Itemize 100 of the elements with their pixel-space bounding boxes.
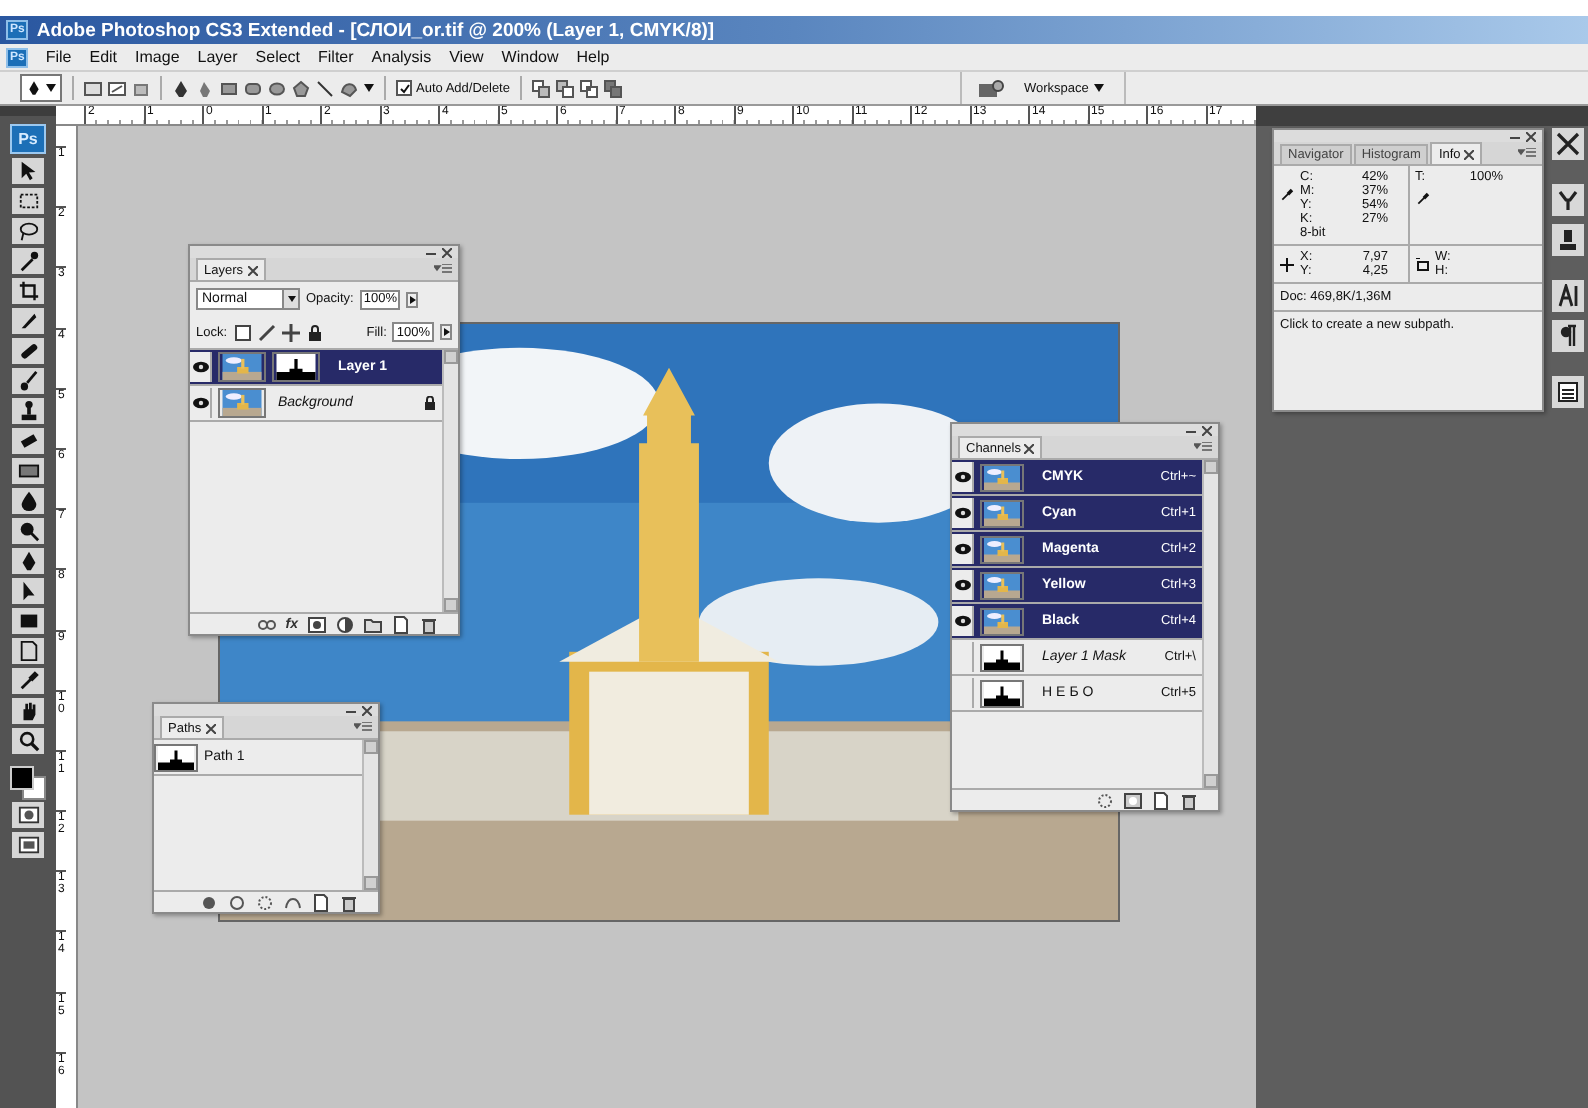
caret-icon[interactable] (364, 84, 374, 92)
visibility-toggle[interactable] (190, 352, 212, 382)
menu-item[interactable]: Edit (80, 48, 127, 66)
panel-menu-icon[interactable] (1518, 148, 1536, 160)
pen-icon (17, 550, 39, 572)
rectangle-icon[interactable] (220, 79, 238, 97)
gradient-icon (17, 460, 39, 482)
caret-icon (287, 296, 295, 302)
paths-icon[interactable] (108, 79, 126, 97)
tool-button[interactable] (12, 278, 44, 304)
paragraph-icon (1556, 324, 1580, 348)
tool-button[interactable] (12, 832, 44, 858)
tool-button[interactable] (12, 638, 44, 664)
close-icon[interactable] (1464, 149, 1475, 159)
tool-button[interactable] (12, 398, 44, 424)
minimize-icon[interactable] (1186, 425, 1196, 435)
size-icon (1415, 257, 1429, 271)
tool-button[interactable] (12, 548, 44, 574)
tool-button[interactable] (1552, 224, 1584, 256)
marquee-icon (17, 190, 39, 212)
new-channel-icon[interactable] (1152, 791, 1170, 809)
caret-icon (46, 84, 56, 92)
tool-button[interactable] (1552, 280, 1584, 312)
close-icon[interactable] (442, 247, 452, 257)
bandage-icon (17, 340, 39, 362)
close-icon[interactable] (1202, 425, 1212, 435)
close-icon[interactable] (247, 265, 258, 275)
move-icon (17, 160, 39, 182)
tool-button[interactable] (12, 458, 44, 484)
intersect-area-icon[interactable] (579, 79, 598, 97)
tool-button[interactable] (12, 728, 44, 754)
slider-button[interactable] (406, 291, 419, 307)
pen-icon[interactable] (172, 79, 190, 97)
tool-button[interactable] (12, 518, 44, 544)
fill-path-icon[interactable] (200, 893, 218, 911)
add-to-area-icon[interactable] (531, 79, 550, 97)
tool-button[interactable] (12, 608, 44, 634)
list-icon (1556, 380, 1580, 404)
camera-icon[interactable] (977, 78, 1004, 98)
knife-icon (17, 310, 39, 332)
tool-button[interactable] (1552, 376, 1584, 408)
menu-item[interactable]: Filter (309, 48, 363, 66)
freeform-pen-icon[interactable] (196, 79, 214, 97)
polygon-icon[interactable] (292, 79, 310, 97)
tool-button[interactable] (1552, 128, 1584, 160)
tool-button[interactable] (1552, 320, 1584, 352)
tool-button[interactable] (12, 802, 44, 828)
menu-item[interactable]: Image (126, 48, 189, 66)
menu-item[interactable]: File (36, 48, 81, 66)
exclude-area-icon[interactable] (603, 79, 622, 97)
close-icon[interactable] (1526, 131, 1536, 141)
menu-item[interactable]: Layer (188, 48, 247, 66)
shape-layers-icon[interactable] (84, 79, 102, 97)
visibility-toggle[interactable] (190, 388, 212, 418)
menu-item[interactable]: Select (246, 48, 310, 66)
window-title: Adobe Photoshop CS3 Extended - [СЛОИ_or.tif @ 200% (Layer 1, CMYK/8)] (36, 19, 715, 41)
tool-button[interactable] (12, 578, 44, 604)
eyedropper-icon (1415, 192, 1429, 206)
tool-button[interactable] (12, 368, 44, 394)
tool-button[interactable] (12, 488, 44, 514)
crosshair-icon (1280, 257, 1294, 271)
minimize-icon[interactable] (426, 247, 436, 257)
menu-item[interactable]: View (440, 48, 493, 66)
close-icon[interactable] (205, 723, 216, 733)
tool-button[interactable] (12, 338, 44, 364)
menu-item[interactable]: Analysis (362, 48, 441, 66)
tool-button[interactable] (12, 218, 44, 244)
tool-preset-picker[interactable] (20, 74, 62, 102)
line-icon[interactable] (316, 79, 334, 97)
menu-item[interactable]: Help (567, 48, 619, 66)
ellipse-icon[interactable] (268, 79, 286, 97)
character-icon (1556, 284, 1580, 308)
scrollbar[interactable] (1202, 460, 1218, 788)
tool-button[interactable] (12, 428, 44, 454)
menu-item[interactable]: Window (492, 48, 568, 66)
stamp-icon (17, 400, 39, 422)
subtract-area-icon[interactable] (555, 79, 574, 97)
fill-pixels-icon[interactable] (132, 79, 150, 97)
eyedropper-icon (17, 670, 39, 692)
color-swatches[interactable] (10, 766, 46, 798)
photoshop-logo: Ps (10, 124, 46, 154)
tool-button[interactable] (12, 188, 44, 214)
tool-button[interactable] (12, 158, 44, 184)
tool-button[interactable] (12, 308, 44, 334)
minimize-icon[interactable] (1510, 131, 1520, 141)
panel-menu-icon[interactable] (434, 264, 452, 276)
note-icon (17, 640, 39, 662)
save-selection-icon[interactable] (1124, 791, 1142, 809)
tool-button[interactable] (1552, 184, 1584, 216)
rounded-rectangle-icon[interactable] (244, 79, 262, 97)
crop-icon (17, 280, 39, 302)
custom-shape-icon[interactable] (340, 79, 358, 97)
tool-button[interactable] (12, 248, 44, 274)
tool-button[interactable] (12, 668, 44, 694)
tool-button[interactable] (12, 698, 44, 724)
stamp-icon (1556, 228, 1580, 252)
lasso-icon (17, 220, 39, 242)
panel-menu-icon[interactable] (1194, 442, 1212, 454)
cross-icon (1556, 132, 1580, 156)
trash-icon[interactable] (1180, 791, 1198, 809)
